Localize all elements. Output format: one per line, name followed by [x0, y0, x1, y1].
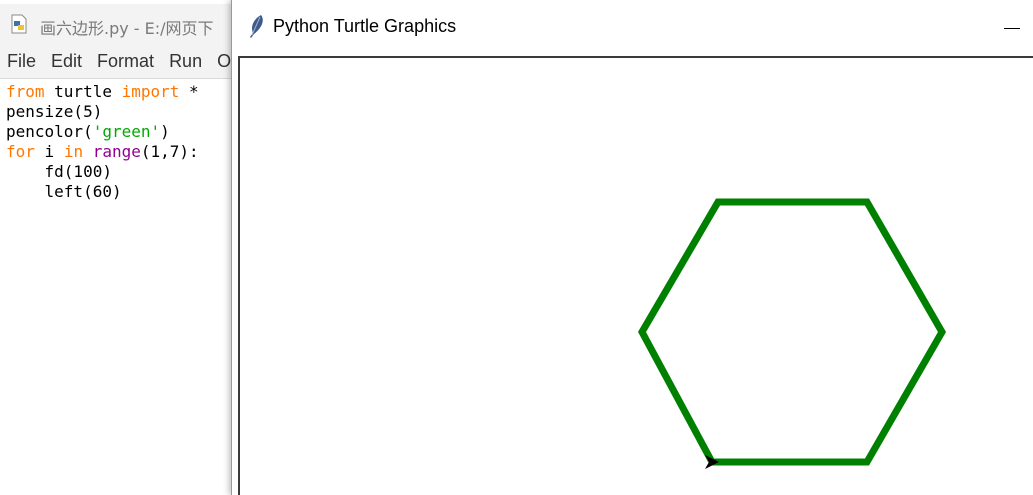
turtle-drawing: [637, 198, 947, 469]
code-line[interactable]: left(60): [6, 182, 199, 202]
code-token: pensize(5): [6, 102, 103, 121]
menu-run[interactable]: Run: [169, 51, 202, 72]
code-token: pencolor(: [6, 122, 93, 141]
menu-options[interactable]: O: [217, 51, 231, 72]
code-token: from: [6, 82, 45, 101]
menu-format[interactable]: Format: [97, 51, 154, 72]
hexagon-shape: [637, 198, 947, 466]
idle-title-bar[interactable]: 画六边形.py - E:/网页下: [0, 4, 240, 44]
idle-window-title: 画六边形.py - E:/网页下: [40, 19, 214, 38]
code-token: turtle: [44, 82, 122, 101]
turtle-graphics-window: Python Turtle Graphics: [231, 0, 1033, 495]
minimize-button[interactable]: [992, 10, 1032, 46]
code-token: for: [6, 142, 35, 161]
code-token: range: [92, 142, 141, 161]
idle-editor-window: 画六边形.py - E:/网页下 File Edit Format Run O …: [0, 0, 241, 495]
code-line[interactable]: pensize(5): [6, 102, 199, 122]
menu-edit[interactable]: Edit: [51, 51, 82, 72]
code-token: import: [121, 82, 180, 101]
code-line[interactable]: from turtle import *: [6, 82, 199, 102]
turtle-canvas: [238, 56, 1033, 495]
code-token: left(60): [6, 182, 122, 201]
idle-menu-bar: File Edit Format Run O: [0, 44, 240, 79]
menu-file[interactable]: File: [7, 51, 36, 72]
code-token: in: [63, 142, 84, 161]
code-line[interactable]: fd(100): [6, 162, 199, 182]
code-editor[interactable]: from turtle import * pensize(5) pencolor('…: [0, 80, 240, 495]
code-line[interactable]: for i in range(1,7):: [6, 142, 199, 162]
turtle-title-bar[interactable]: Python Turtle Graphics: [232, 0, 1033, 56]
code-text[interactable]: from turtle import * pensize(5) pencolor('…: [6, 82, 199, 202]
code-token: fd(100): [6, 162, 112, 181]
code-token: 'green': [92, 122, 161, 141]
code-token: i: [34, 142, 64, 161]
turtle-window-title: Python Turtle Graphics: [273, 16, 457, 36]
minimize-icon: [1004, 27, 1020, 29]
code-line[interactable]: pencolor('green'): [6, 122, 199, 142]
feather-icon: [250, 15, 263, 38]
code-token: (1,7):: [140, 142, 199, 161]
python-file-icon: [11, 14, 27, 34]
code-token: ): [160, 122, 170, 141]
code-token: *: [179, 82, 199, 101]
